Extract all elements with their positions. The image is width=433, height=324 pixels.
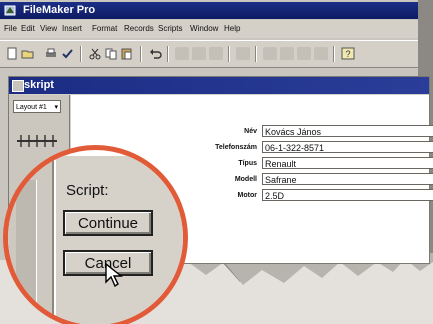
find-tool-4-icon[interactable] — [314, 47, 328, 60]
sort-tool-icon[interactable] — [236, 47, 250, 60]
undo-icon[interactable] — [148, 47, 162, 60]
field-label-nev: Név — [244, 128, 257, 135]
screenshot-stage: FileMaker Pro File Edit View Insert Form… — [0, 0, 433, 324]
filemaker-app-icon — [4, 5, 16, 16]
menu-help[interactable]: Help — [224, 20, 240, 38]
toolbar-separator — [255, 46, 257, 62]
open-icon[interactable] — [21, 47, 35, 60]
magnifier-callout: Script: Continue Cancel — [3, 145, 188, 324]
app-title-bar[interactable]: FileMaker Pro — [0, 2, 418, 19]
find-tool-2-icon[interactable] — [280, 47, 294, 60]
menu-window[interactable]: Window — [190, 20, 218, 38]
record-tool-3-icon[interactable] — [209, 47, 223, 60]
menu-insert[interactable]: Insert — [62, 20, 82, 38]
document-title-bar[interactable]: skript — [9, 77, 429, 94]
magnified-status-strip — [16, 180, 37, 324]
book-navigator-icon[interactable] — [15, 131, 59, 151]
field-motor[interactable]: 2.5D — [262, 189, 433, 201]
svg-text:?: ? — [345, 49, 350, 59]
app-title: FileMaker Pro — [23, 4, 96, 16]
find-tool-1-icon[interactable] — [263, 47, 277, 60]
menu-file[interactable]: File — [4, 20, 17, 38]
toolbar-separator — [80, 46, 82, 62]
field-telefonszam[interactable]: 06-1-322-8571 — [262, 141, 433, 153]
spell-check-icon[interactable] — [60, 47, 74, 60]
toolbar: ? — [0, 40, 418, 68]
field-tipus[interactable]: Renault — [262, 157, 433, 169]
menu-format[interactable]: Format — [92, 20, 117, 38]
menu-edit[interactable]: Edit — [21, 20, 35, 38]
toolbar-separator — [167, 46, 169, 62]
menu-scripts[interactable]: Scripts — [158, 20, 182, 38]
menu-bar: File Edit View Insert Format Records Scr… — [0, 20, 418, 38]
continue-button[interactable]: Continue — [63, 210, 153, 236]
field-modell[interactable]: Safrane — [262, 173, 433, 185]
magnified-dialog: Script: Continue Cancel — [8, 150, 183, 324]
layout-selector[interactable]: Layout #1 ▾ — [13, 100, 61, 113]
layout-selector-label: Layout #1 — [16, 104, 47, 111]
chevron-down-icon: ▾ — [54, 104, 58, 111]
find-tool-3-icon[interactable] — [297, 47, 311, 60]
document-icon — [12, 80, 24, 92]
print-icon[interactable] — [44, 47, 58, 60]
menu-view[interactable]: View — [40, 20, 57, 38]
help-icon[interactable]: ? — [341, 47, 355, 60]
new-icon[interactable] — [5, 47, 19, 60]
record-tool-2-icon[interactable] — [192, 47, 206, 60]
copy-icon[interactable] — [104, 47, 118, 60]
toolbar-separator — [140, 46, 142, 62]
menu-records[interactable]: Records — [124, 20, 154, 38]
mouse-cursor-icon — [105, 262, 123, 288]
record-tool-1-icon[interactable] — [175, 47, 189, 60]
toolbar-separator — [333, 46, 335, 62]
cut-icon[interactable] — [88, 47, 102, 60]
dialog-prompt: Script: — [66, 182, 109, 199]
toolbar-separator — [228, 46, 230, 62]
field-nev[interactable]: Kovács János — [262, 125, 433, 137]
document-title: skript — [24, 79, 54, 91]
paste-icon[interactable] — [120, 47, 134, 60]
